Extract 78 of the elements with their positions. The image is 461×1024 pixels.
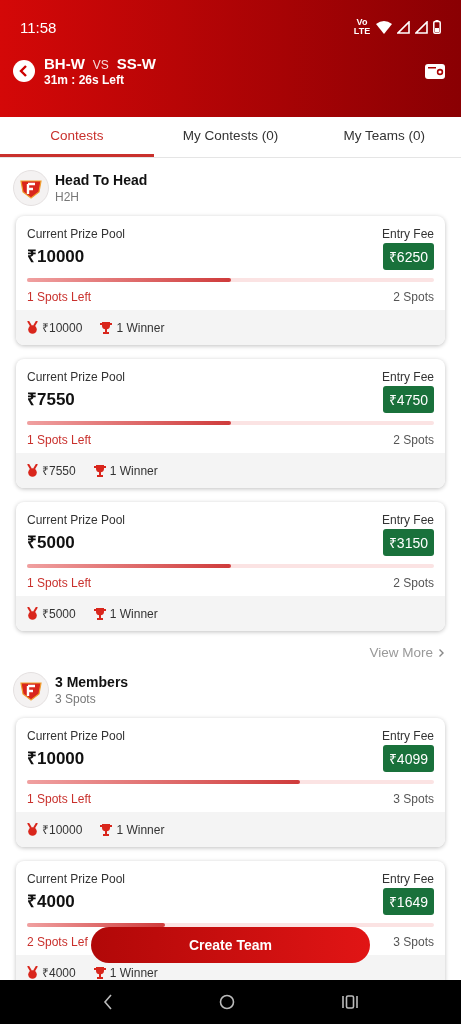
spots-left: 1 Spots Left — [27, 433, 92, 447]
shield-logo-icon — [13, 170, 49, 206]
entry-fee-button[interactable]: ₹1649 — [382, 888, 434, 915]
total-spots: 2 Spots — [393, 433, 434, 447]
contest-card[interactable]: Current Prize Pool Entry Fee ₹7550 ₹4750 1 Spots Left 2 Spots ₹7550 1 Winner — [16, 359, 445, 488]
prize-pool-label: Current Prize Pool — [27, 872, 126, 886]
total-spots: 2 Spots — [393, 290, 434, 304]
section-title: 3 Members — [55, 674, 129, 690]
medal-icon — [27, 966, 38, 979]
spots-left: 1 Spots Left — [27, 576, 92, 590]
spots-left: 1 Spots Left — [27, 290, 92, 304]
team-name: BH-W — [44, 55, 85, 72]
winners-count: 1 Winner — [109, 463, 158, 478]
prize-amount: ₹7550 — [27, 389, 75, 410]
prize-amount: ₹5000 — [27, 532, 75, 553]
prize-amount: ₹10000 — [42, 822, 83, 838]
contest-card[interactable]: Current Prize Pool Entry Fee ₹10000 ₹6250 1 Spots Left 2 Spots ₹10000 1 Winner — [16, 216, 445, 345]
contest-card[interactable]: Current Prize Pool Entry Fee ₹5000 ₹3150 1 Spots Left 2 Spots ₹5000 1 Winner — [16, 502, 445, 631]
versus-label: VS — [92, 58, 109, 72]
entry-fee-button[interactable]: ₹4750 — [382, 386, 434, 413]
medal-icon — [27, 321, 38, 334]
back-button[interactable] — [13, 60, 35, 82]
prize-amount: ₹5000 — [42, 606, 76, 622]
winners-count: 1 Winner — [109, 606, 158, 621]
prize-amount: ₹10000 — [27, 748, 85, 769]
chevron-left-icon — [19, 65, 29, 77]
section-title: Head To Head — [55, 172, 148, 188]
trophy-icon — [100, 321, 113, 334]
prize-pool-label: Current Prize Pool — [27, 227, 126, 241]
time-left: 31m : 26s Left — [44, 73, 126, 87]
winners-count: 1 Winner — [116, 320, 165, 335]
section-subtitle: 3 Spots — [55, 692, 97, 706]
prize-amount: ₹10000 — [27, 246, 85, 267]
section-subtitle: H2H — [55, 190, 80, 204]
wallet-icon[interactable] — [425, 63, 445, 79]
medal-icon — [27, 464, 38, 477]
chevron-right-icon — [438, 647, 445, 658]
battery-icon — [433, 20, 441, 34]
total-spots: 3 Spots — [393, 935, 434, 949]
entry-fee-button[interactable]: ₹4099 — [382, 745, 434, 772]
winners-count: 1 Winner — [109, 965, 158, 980]
trophy-icon — [93, 464, 106, 477]
clock: 11:58 — [20, 18, 57, 36]
entry-fee-label: Entry Fee — [381, 227, 434, 241]
team-name: SS-W — [116, 55, 156, 72]
volte-indicator: Vo LTE — [353, 18, 371, 36]
back-nav-icon[interactable] — [103, 994, 114, 1010]
prize-amount: ₹4000 — [27, 891, 75, 912]
entry-fee-label: Entry Fee — [381, 729, 434, 743]
spots-left: 1 Spots Left — [27, 792, 92, 806]
contest-card[interactable]: Current Prize Pool Entry Fee ₹10000 ₹4099 1 Spots Left 3 Spots ₹10000 1 Winner — [16, 718, 445, 847]
prize-pool-label: Current Prize Pool — [27, 370, 126, 384]
spots-left: 2 Spots Lef — [27, 935, 88, 949]
total-spots: 2 Spots — [393, 576, 434, 590]
create-team-button[interactable]: Create Team — [91, 927, 370, 963]
medal-icon — [27, 607, 38, 620]
winners-count: 1 Winner — [116, 822, 165, 837]
trophy-icon — [93, 966, 106, 979]
trophy-icon — [100, 823, 113, 836]
total-spots: 3 Spots — [393, 792, 434, 806]
entry-fee-label: Entry Fee — [381, 872, 434, 886]
prize-amount: ₹4000 — [42, 965, 76, 980]
medal-icon — [27, 823, 38, 836]
entry-fee-label: Entry Fee — [381, 513, 434, 527]
prize-pool-label: Current Prize Pool — [27, 729, 126, 743]
prize-pool-label: Current Prize Pool — [27, 513, 126, 527]
wifi-icon — [376, 20, 392, 34]
entry-fee-button[interactable]: ₹6250 — [382, 243, 434, 270]
entry-fee-button[interactable]: ₹3150 — [382, 529, 434, 556]
signal-icon — [397, 20, 410, 34]
home-nav-icon[interactable] — [219, 994, 236, 1010]
trophy-icon — [93, 607, 106, 620]
entry-fee-label: Entry Fee — [381, 370, 434, 384]
recents-nav-icon[interactable] — [341, 995, 358, 1009]
shield-logo-icon — [13, 672, 49, 708]
prize-amount: ₹7550 — [42, 463, 76, 479]
signal-icon — [415, 20, 428, 34]
prize-amount: ₹10000 — [42, 320, 83, 336]
